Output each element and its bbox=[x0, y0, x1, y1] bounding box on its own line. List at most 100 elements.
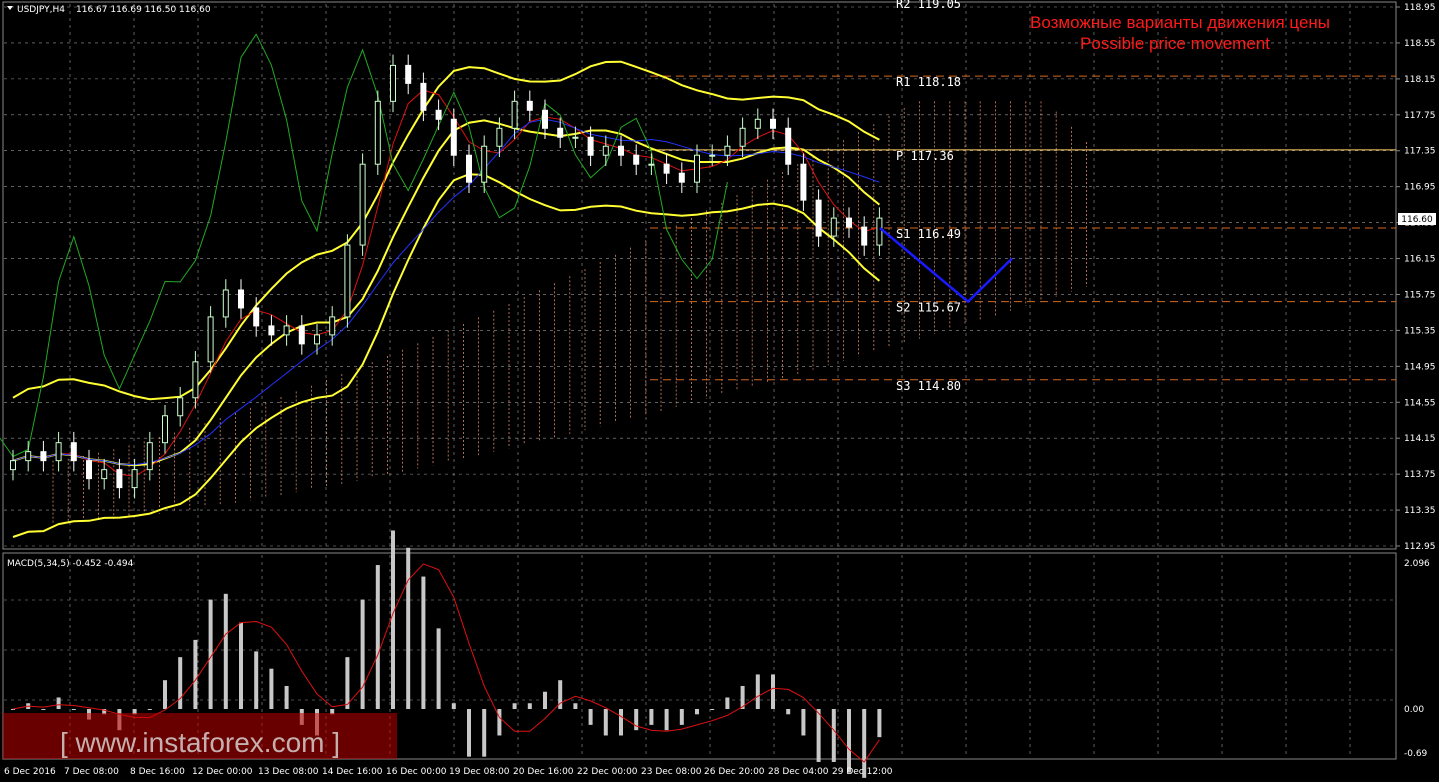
price-tick-label: 113.75 bbox=[1404, 470, 1436, 480]
macd-bar bbox=[512, 703, 517, 709]
pivot-label: P 117.36 bbox=[896, 149, 954, 163]
macd-bar bbox=[634, 709, 639, 731]
macd-bar bbox=[391, 530, 395, 709]
macd-bar bbox=[436, 628, 441, 709]
price-tick-label: 116.15 bbox=[1404, 255, 1436, 265]
candle-body bbox=[678, 172, 685, 183]
macd-axis-top: 2.096 bbox=[1404, 559, 1430, 569]
candle-body bbox=[207, 316, 214, 363]
macd-bar bbox=[71, 709, 76, 710]
macd-bar bbox=[406, 547, 411, 709]
candle-body bbox=[602, 145, 609, 156]
time-tick-label: 19 Dec 08:00 bbox=[449, 767, 510, 777]
candle-body bbox=[101, 469, 108, 480]
macd-bar bbox=[451, 703, 456, 709]
candle-body bbox=[116, 469, 123, 489]
candle-body bbox=[785, 127, 792, 165]
candle-body bbox=[815, 199, 822, 237]
pivot-label: S2 115.67 bbox=[896, 301, 961, 315]
macd-bar bbox=[527, 703, 532, 709]
candle-body bbox=[724, 145, 731, 156]
candle-body bbox=[648, 163, 655, 166]
macd-bar bbox=[467, 709, 471, 757]
candle-body bbox=[542, 109, 548, 129]
candle-body bbox=[876, 217, 883, 246]
macd-bar bbox=[178, 657, 183, 709]
macd-bar bbox=[847, 709, 851, 773]
time-tick-label: 20 Dec 16:00 bbox=[513, 767, 574, 777]
price-chart[interactable]: R2 119.05 R1 118.18 P 117.36 S1 116.49 S2 11… bbox=[0, 0, 1439, 782]
pivot-label: R1 118.18 bbox=[896, 75, 961, 89]
macd-bar bbox=[649, 709, 654, 725]
candle-body bbox=[511, 100, 518, 129]
macd-bar bbox=[619, 709, 623, 736]
price-tick-label: 116.95 bbox=[1404, 183, 1436, 193]
ohlc-readout: 116.67 116.69 116.50 116.60 bbox=[76, 5, 211, 15]
macd-bar bbox=[345, 657, 350, 709]
macd-bar bbox=[679, 709, 684, 725]
candle-body bbox=[283, 325, 290, 336]
price-tick-label: 115.75 bbox=[1404, 290, 1436, 300]
macd-label: MACD(5,34,5) -0.452 -0.494 bbox=[7, 559, 134, 569]
macd-bar bbox=[193, 639, 198, 709]
macd-bar bbox=[816, 709, 821, 762]
macd-bar bbox=[831, 709, 836, 762]
candle-body bbox=[344, 244, 351, 318]
macd-bar bbox=[56, 697, 61, 709]
macd-bar bbox=[664, 709, 669, 731]
candle-body bbox=[526, 100, 533, 111]
current-price-label: 116.60 bbox=[1401, 215, 1433, 225]
candle-body bbox=[192, 361, 199, 399]
candle-body bbox=[663, 163, 670, 174]
time-tick-label: 28 Dec 04:00 bbox=[768, 767, 829, 777]
price-tick-label: 113.35 bbox=[1404, 506, 1436, 516]
macd-bar bbox=[163, 680, 167, 709]
candle-body bbox=[587, 136, 594, 156]
macd-bar bbox=[786, 709, 791, 715]
candle-body bbox=[739, 127, 746, 147]
candle-body bbox=[222, 289, 229, 318]
annotation-title-ru: Возможные варианты движения цены bbox=[1030, 13, 1330, 32]
macd-bar bbox=[269, 668, 274, 709]
candle-body bbox=[40, 451, 47, 462]
time-tick-label: 14 Dec 16:00 bbox=[322, 767, 383, 777]
time-tick-label: 6 Dec 2016 bbox=[4, 767, 56, 777]
candle-body bbox=[329, 316, 336, 336]
time-tick-label: 8 Dec 16:00 bbox=[130, 767, 185, 777]
candle-body bbox=[770, 118, 776, 129]
macd-bar bbox=[497, 709, 502, 736]
time-tick-label: 13 Dec 08:00 bbox=[258, 767, 319, 777]
time-tick-label: 16 Dec 00:00 bbox=[386, 767, 447, 777]
candle-body bbox=[405, 64, 412, 84]
price-tick-label: 114.55 bbox=[1404, 398, 1436, 408]
macd-axis-zero: 0.00 bbox=[1404, 705, 1424, 715]
candle-body bbox=[694, 154, 700, 183]
candle-body bbox=[146, 442, 153, 471]
candle-body bbox=[572, 136, 579, 139]
candle-body bbox=[268, 325, 275, 336]
candle-body bbox=[253, 307, 260, 327]
candle-body bbox=[298, 325, 305, 345]
macd-bar bbox=[360, 599, 365, 709]
candle-body bbox=[830, 217, 837, 237]
macd-bar bbox=[725, 697, 730, 709]
time-tick-label: 23 Dec 08:00 bbox=[641, 767, 702, 777]
candle-body bbox=[618, 145, 624, 156]
macd-bar bbox=[284, 685, 289, 709]
candle-body bbox=[131, 469, 138, 489]
candle-body bbox=[177, 397, 184, 417]
time-axis: 6 Dec 2016 7 Dec 08:00 8 Dec 16:00 12 Dec 0… bbox=[4, 767, 893, 777]
macd-bar bbox=[603, 709, 608, 736]
candle-body bbox=[390, 64, 396, 102]
macd-bar bbox=[482, 709, 487, 757]
candle-body bbox=[557, 127, 564, 138]
candle-body bbox=[25, 451, 32, 462]
macd-bar bbox=[543, 691, 547, 709]
macd-bar bbox=[877, 709, 882, 738]
candle-body bbox=[55, 442, 62, 462]
candle-body bbox=[450, 118, 457, 156]
macd-bar bbox=[223, 593, 228, 709]
pivot-label: S3 114.80 bbox=[896, 379, 961, 393]
annotation-title-en: Possible price movement bbox=[1080, 34, 1270, 53]
candle-body bbox=[466, 154, 472, 183]
